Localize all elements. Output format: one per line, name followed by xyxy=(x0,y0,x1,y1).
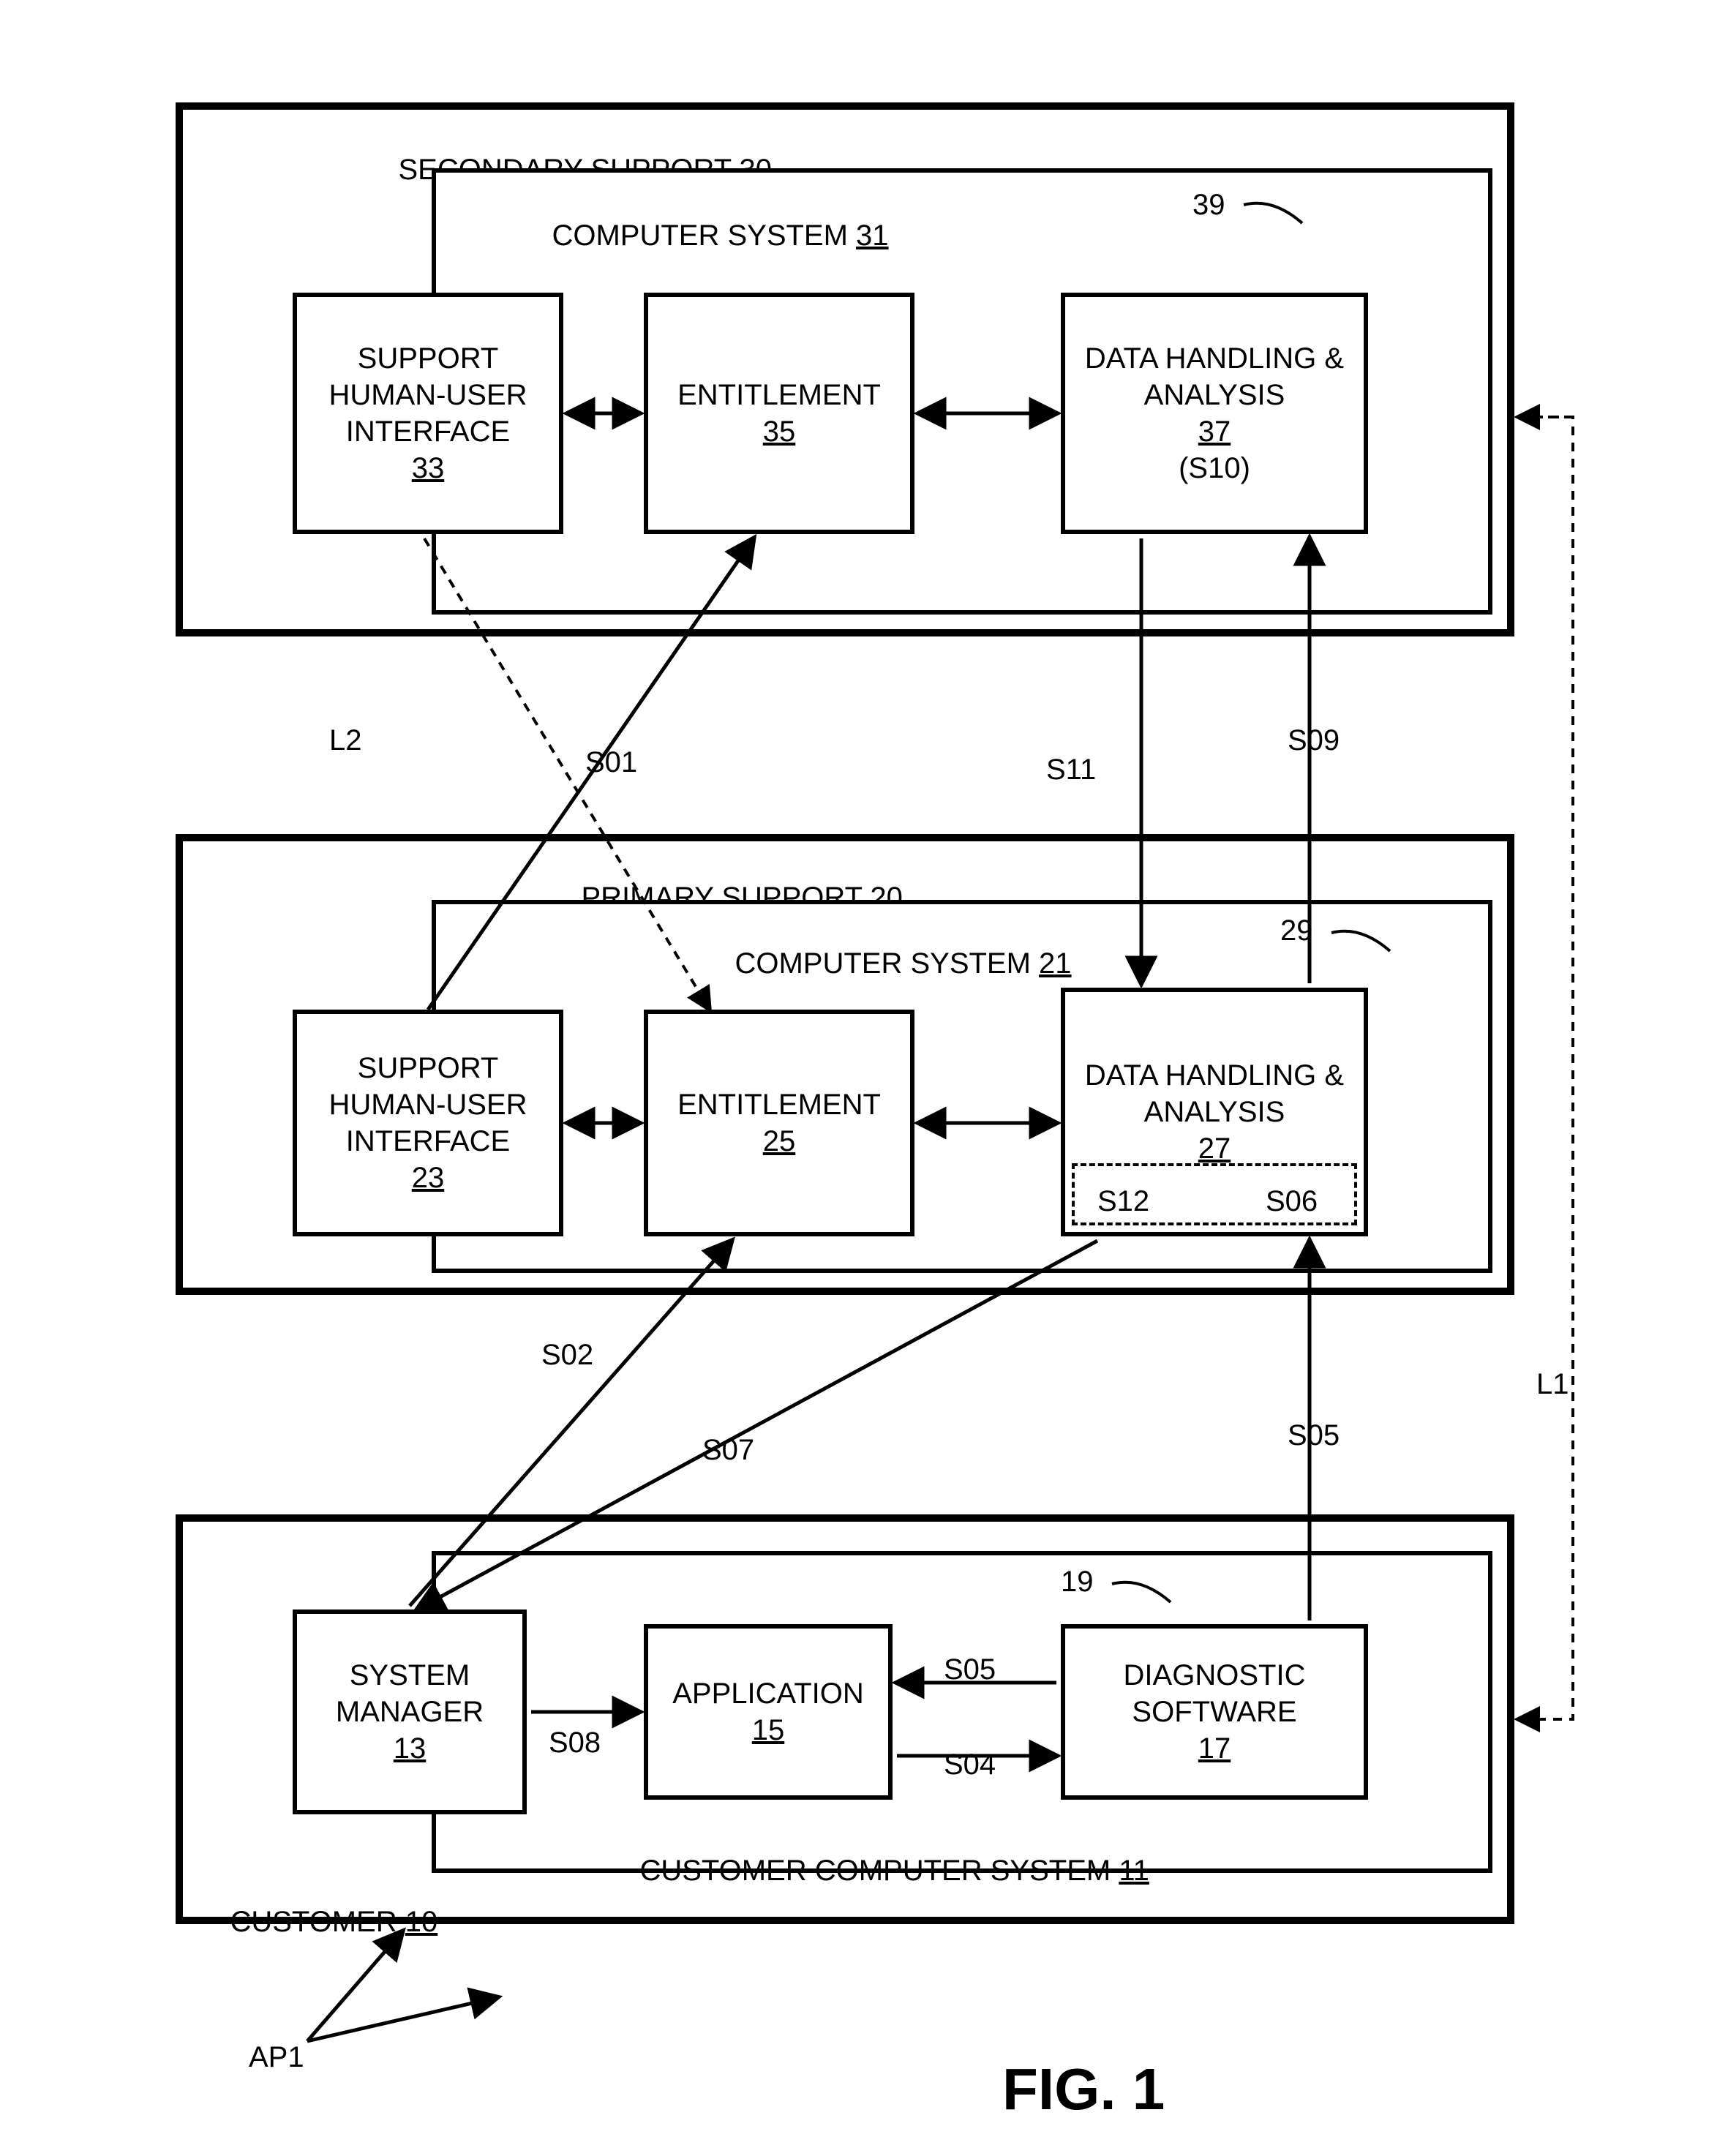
label-S01: S01 xyxy=(585,746,637,779)
box-17: DIAGNOSTIC SOFTWARE17 xyxy=(1061,1624,1368,1800)
label-S07: S07 xyxy=(702,1434,754,1467)
figure-label: FIG. 1 xyxy=(1002,2056,1165,2123)
box-27-label: DATA HANDLING & ANALYSIS27 xyxy=(1065,1057,1364,1167)
box-35: ENTITLEMENT35 xyxy=(644,293,914,534)
customer-title: CUSTOMER 10 xyxy=(198,1873,437,1972)
box-25: ENTITLEMENT25 xyxy=(644,1010,914,1236)
label-S05b: S05 xyxy=(1288,1419,1340,1452)
label-S08: S08 xyxy=(549,1727,601,1759)
box-17-label: DIAGNOSTIC SOFTWARE17 xyxy=(1065,1657,1364,1767)
box-25-label: ENTITLEMENT25 xyxy=(648,1086,910,1160)
diagram-canvas: SECONDARY SUPPORT 30 COMPUTER SYSTEM 31 … xyxy=(0,0,1728,2156)
box-37-label: DATA HANDLING & ANALYSIS37(S10) xyxy=(1065,340,1364,487)
box-37: DATA HANDLING & ANALYSIS37(S10) xyxy=(1061,293,1368,534)
box-23-label: SUPPORT HUMAN-USER INTERFACE23 xyxy=(297,1050,559,1196)
box-35-label: ENTITLEMENT35 xyxy=(648,377,910,450)
media-29: 29 xyxy=(1280,914,1313,947)
media-19: 19 xyxy=(1061,1566,1094,1599)
label-S04: S04 xyxy=(944,1749,996,1781)
ccs-title: CUSTOMER COMPUTER SYSTEM 11 xyxy=(607,1822,1149,1920)
box-13: SYSTEM MANAGER13 xyxy=(293,1610,527,1814)
label-S02: S02 xyxy=(541,1339,593,1372)
box-33: SUPPORT HUMAN-USER INTERFACE33 xyxy=(293,293,563,534)
label-AP1: AP1 xyxy=(249,2041,304,2074)
media-39: 39 xyxy=(1192,189,1225,222)
s12-label: S12 xyxy=(1097,1185,1149,1218)
box-23: SUPPORT HUMAN-USER INTERFACE23 xyxy=(293,1010,563,1236)
label-S11: S11 xyxy=(1046,754,1096,786)
label-S05a: S05 xyxy=(944,1653,996,1686)
box-33-label: SUPPORT HUMAN-USER INTERFACE33 xyxy=(297,340,559,487)
box-15: APPLICATION15 xyxy=(644,1624,893,1800)
s06-label: S06 xyxy=(1266,1185,1318,1218)
cs31-title: COMPUTER SYSTEM 31 xyxy=(519,187,889,285)
box-13-label: SYSTEM MANAGER13 xyxy=(297,1657,522,1767)
label-L1: L1 xyxy=(1536,1368,1569,1401)
label-L2: L2 xyxy=(329,724,362,757)
cs21-title: COMPUTER SYSTEM 21 xyxy=(702,914,1072,1013)
label-S09: S09 xyxy=(1288,724,1340,757)
box-15-label: APPLICATION15 xyxy=(648,1675,888,1749)
